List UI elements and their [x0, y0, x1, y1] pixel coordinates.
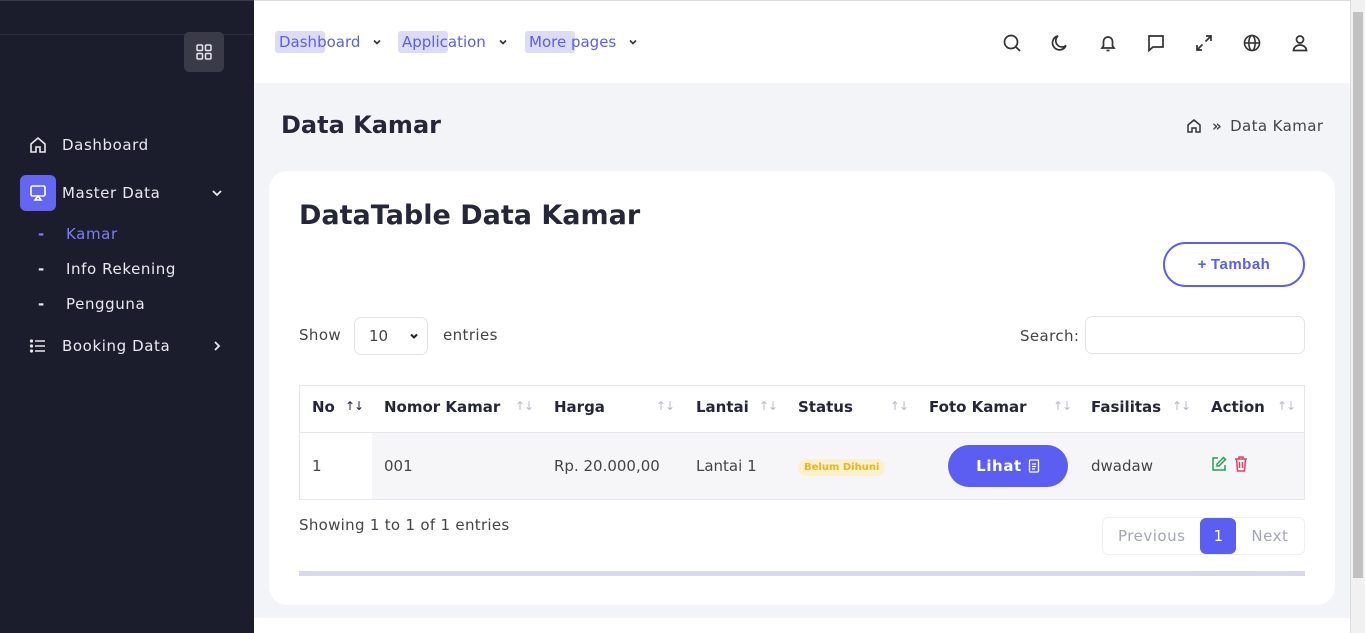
- cell-fasilitas: dwadaw: [1091, 457, 1153, 475]
- bell-icon[interactable]: [1097, 32, 1119, 54]
- sidebar-item-label: Booking Data: [62, 337, 171, 355]
- chevron-down-icon: [373, 39, 381, 45]
- sort-icon[interactable]: ↑↓: [515, 399, 534, 413]
- sidebar-item-label: Master Data: [62, 184, 161, 202]
- sort-icon[interactable]: ↑↓: [345, 399, 364, 413]
- fullscreen-icon[interactable]: [1193, 32, 1215, 54]
- top-navbar: Dashboard Application More pages: [254, 0, 1350, 83]
- cell-harga: Rp. 20.000,00: [554, 457, 660, 475]
- cell-nomor-kamar: 001: [384, 457, 413, 475]
- moon-icon[interactable]: [1049, 32, 1071, 54]
- view-photo-label: Lihat: [976, 457, 1022, 475]
- column-header-action[interactable]: Action: [1211, 398, 1265, 416]
- cell-lantai: Lantai 1: [696, 457, 757, 475]
- column-header-no[interactable]: No: [312, 398, 335, 416]
- nav-more-pages[interactable]: More pages: [525, 31, 638, 53]
- page-scrollbar[interactable]: [1350, 0, 1365, 633]
- show-label: Show: [299, 326, 342, 344]
- pagination-previous[interactable]: Previous: [1118, 527, 1185, 545]
- column-header-fasilitas[interactable]: Fasilitas: [1091, 398, 1161, 416]
- nav-application[interactable]: Application: [398, 31, 508, 53]
- monitor-icon: [20, 175, 56, 211]
- sidebar-subitem-label: Pengguna: [66, 295, 146, 313]
- column-header-lantai[interactable]: Lantai: [696, 398, 749, 416]
- status-badge: Belum Dihuni: [798, 459, 886, 476]
- grid-menu-button[interactable]: [184, 32, 224, 72]
- nav-label: Dashboard: [279, 33, 361, 51]
- search-input[interactable]: [1085, 316, 1305, 354]
- pagination: Previous 1 Next: [1102, 517, 1305, 555]
- pagination-page[interactable]: 1: [1200, 518, 1237, 554]
- sort-icon[interactable]: ↑↓: [656, 399, 675, 413]
- chevron-down-icon: [212, 190, 222, 197]
- nav-label: More pages: [529, 33, 617, 51]
- card-title: DataTable Data Kamar: [299, 200, 641, 231]
- sidebar-item-dashboard[interactable]: Dashboard: [20, 127, 149, 163]
- chevron-down-icon: [629, 39, 637, 45]
- list-icon: [20, 328, 56, 364]
- search-label: Search:: [1020, 327, 1080, 345]
- trash-icon[interactable]: [1233, 455, 1249, 473]
- column-header-nomor-kamar[interactable]: Nomor Kamar: [384, 398, 500, 416]
- sidebar-subitem-info-rekening[interactable]: - Info Rekening: [38, 260, 176, 278]
- message-icon[interactable]: [1145, 32, 1167, 54]
- sort-icon[interactable]: ↑↓: [1053, 399, 1072, 413]
- document-icon: [1028, 459, 1039, 473]
- sidebar-item-booking-data[interactable]: Booking Data: [20, 328, 170, 364]
- breadcrumb-current: Data Kamar: [1230, 117, 1324, 135]
- entries-label: entries: [443, 326, 498, 344]
- entries-select-value: 10: [369, 327, 389, 345]
- sidebar-item-label: Dashboard: [62, 136, 149, 154]
- plus-icon: +: [1197, 256, 1207, 273]
- sorted-column-cell: [300, 433, 372, 499]
- add-button[interactable]: + Tambah: [1163, 242, 1305, 287]
- edit-icon[interactable]: [1210, 455, 1228, 473]
- pagination-next[interactable]: Next: [1251, 527, 1288, 545]
- add-button-label: Tambah: [1210, 256, 1271, 273]
- footer: [254, 618, 1350, 633]
- column-header-harga[interactable]: Harga: [554, 398, 605, 416]
- data-table: No ↑↓ Nomor Kamar ↑↓ Harga ↑↓ Lantai ↑↓ …: [299, 385, 1305, 500]
- dash-marker: -: [38, 225, 45, 243]
- home-icon[interactable]: [1186, 118, 1202, 134]
- entries-select[interactable]: 10: [354, 317, 428, 355]
- globe-icon[interactable]: [1241, 32, 1263, 54]
- sort-icon[interactable]: ↑↓: [759, 399, 778, 413]
- sidebar: Dashboard Master Data - Kamar - Info Rek…: [0, 0, 254, 633]
- dash-marker: -: [38, 260, 45, 278]
- sort-icon[interactable]: ↑↓: [890, 399, 909, 413]
- view-photo-button[interactable]: Lihat: [948, 445, 1068, 487]
- chevron-right-icon: [214, 341, 221, 351]
- table-horizontal-scrollbar[interactable]: [299, 571, 1305, 576]
- nav-dashboard[interactable]: Dashboard: [275, 31, 382, 53]
- table-info: Showing 1 to 1 of 1 entries: [299, 516, 510, 534]
- chevron-down-icon: [410, 333, 418, 339]
- sidebar-subitem-pengguna[interactable]: - Pengguna: [38, 295, 145, 313]
- home-icon: [20, 127, 56, 163]
- column-header-status[interactable]: Status: [798, 398, 853, 416]
- page-title: Data Kamar: [281, 111, 441, 139]
- dash-marker: -: [38, 295, 45, 313]
- search-icon[interactable]: [1001, 32, 1023, 54]
- column-header-foto-kamar[interactable]: Foto Kamar: [929, 398, 1027, 416]
- user-icon[interactable]: [1289, 32, 1311, 54]
- breadcrumb: » Data Kamar: [1186, 117, 1323, 135]
- chevron-down-icon: [499, 39, 507, 45]
- cell-no: 1: [312, 457, 322, 475]
- sidebar-subitem-label: Kamar: [66, 225, 118, 243]
- sidebar-subitem-label: Info Rekening: [66, 260, 177, 278]
- nav-label: Application: [402, 33, 486, 51]
- sidebar-subitem-kamar[interactable]: - Kamar: [38, 225, 118, 243]
- sort-icon[interactable]: ↑↓: [1172, 399, 1191, 413]
- scrollbar-thumb[interactable]: [1353, 12, 1363, 578]
- grid-icon: [196, 44, 212, 60]
- sort-icon[interactable]: ↑↓: [1277, 399, 1296, 413]
- sidebar-item-master-data[interactable]: Master Data: [20, 175, 160, 211]
- breadcrumb-separator: »: [1212, 117, 1223, 135]
